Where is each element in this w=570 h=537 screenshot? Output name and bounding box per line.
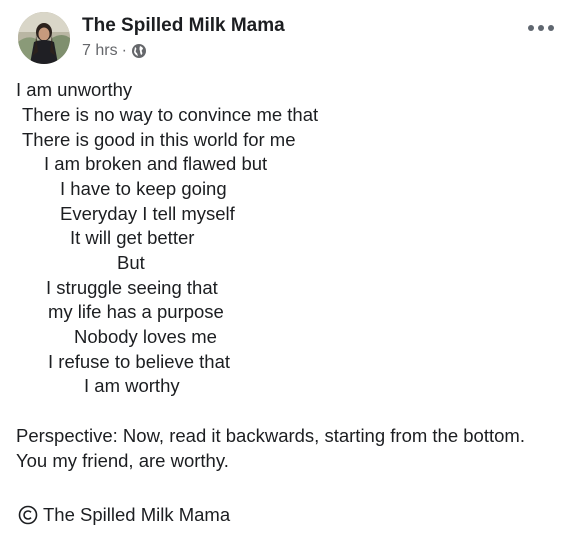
poem-line: It will get better [70, 227, 195, 248]
poem-line: I am broken and flawed but [44, 153, 268, 174]
profile-photo [18, 12, 70, 64]
poem-line: I am unworthy [16, 79, 133, 100]
poem-line: Nobody loves me [74, 326, 217, 347]
poem-line: There is good in this world for me [22, 129, 296, 150]
copyright-text: The Spilled Milk Mama [43, 504, 231, 525]
perspective-text: Perspective: Now, read it backwards, sta… [16, 425, 525, 471]
poem-line: There is no way to convince me that [22, 104, 319, 125]
dot [528, 25, 534, 31]
poem-line: Everyday I tell myself [60, 203, 235, 224]
poem-line: I have to keep going [60, 178, 227, 199]
more-options-icon[interactable] [528, 22, 554, 34]
poem-line: my life has a purpose [48, 301, 224, 322]
dot [548, 25, 554, 31]
meta-separator: · [121, 42, 127, 59]
poem-line: I refuse to believe that [48, 351, 231, 372]
post-meta: 7 hrs · [82, 41, 147, 61]
poem-line: I am worthy [84, 375, 180, 396]
post-time[interactable]: 7 hrs [82, 42, 118, 60]
poem-line: But [117, 252, 145, 273]
globe-icon[interactable] [131, 43, 147, 59]
copyright-line: The Spilled Milk Mama [18, 503, 230, 527]
author-name[interactable]: The Spilled Milk Mama [82, 15, 285, 37]
poem-line: I struggle seeing that [46, 277, 218, 298]
post-header: The Spilled Milk Mama 7 hrs · [0, 0, 570, 75]
dot [538, 25, 544, 31]
copyright-icon [18, 505, 38, 525]
avatar[interactable] [18, 12, 70, 64]
